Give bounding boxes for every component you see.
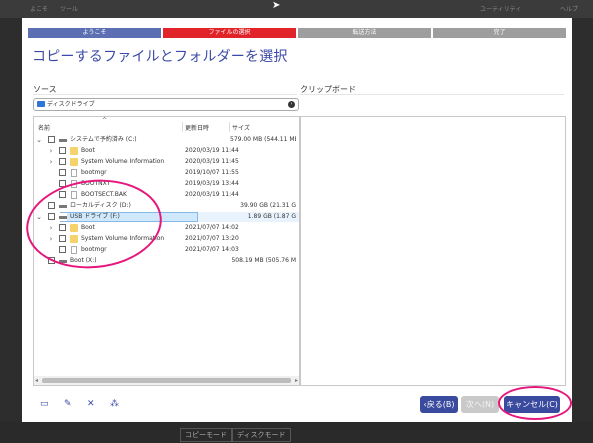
column-divider <box>182 122 183 132</box>
sort-ascending-icon: ^ <box>102 117 108 124</box>
chevron-down-icon[interactable]: ⌄ <box>36 135 42 145</box>
source-location-selector[interactable]: ディスクドライブ › <box>33 98 299 111</box>
scroll-left-icon[interactable]: ◂ <box>35 376 38 385</box>
folder-icon <box>70 158 78 166</box>
row-date: 2020/03/19 11:44 <box>185 191 239 198</box>
tree-row-drive[interactable]: ⌄ システムで予約済み (C:) 579.00 MB (544.11 MB <box>34 135 299 145</box>
folder-icon <box>70 147 78 155</box>
next-button[interactable]: 次へ(N) <box>461 396 499 413</box>
row-checkbox[interactable] <box>59 169 66 176</box>
step-select-files: ファイルの選択 <box>163 28 296 38</box>
row-name: Boot <box>81 147 95 154</box>
step-finish: 完了 <box>433 28 566 38</box>
annotation-circle-cancel <box>498 386 572 420</box>
source-divider <box>33 94 297 95</box>
clipboard-panel[interactable] <box>300 116 566 386</box>
row-date: 2019/10/07 11:55 <box>185 169 239 176</box>
row-date: 2021/07/07 14:03 <box>185 246 239 253</box>
computer-icon <box>37 101 45 107</box>
row-date: 2019/03/19 13:44 <box>185 180 239 187</box>
row-name: システムで予約済み (C:) <box>70 136 137 143</box>
folder-icon[interactable]: ▭ <box>40 399 49 409</box>
row-date: 2020/03/19 11:45 <box>185 158 239 165</box>
scroll-right-icon[interactable]: ▸ <box>295 376 298 385</box>
scrollbar-thumb[interactable] <box>42 378 291 383</box>
network-icon[interactable]: ⁂ <box>110 399 119 409</box>
page-title: コピーするファイルとフォルダーを選択 <box>32 49 288 65</box>
mouse-cursor-icon: ➤ <box>272 0 281 11</box>
chevron-right-icon[interactable]: › <box>48 157 54 167</box>
row-size: 579.00 MB (544.11 MB <box>230 136 296 143</box>
tree-row-folder[interactable]: › System Volume Information 2020/03/19 1… <box>34 157 299 167</box>
chevron-right-icon[interactable]: › <box>48 146 54 156</box>
background-mode-bar: コピーモード ディスクモード <box>0 422 593 443</box>
bg-tab-disk-mode: ディスクモード <box>232 428 291 442</box>
row-name: System Volume Information <box>81 158 165 165</box>
source-location-text: ディスクドライブ <box>47 101 95 108</box>
row-date: 2021/07/07 14:02 <box>185 224 239 231</box>
back-button[interactable]: ‹戻る(B) <box>420 396 458 413</box>
close-icon[interactable]: ✕ <box>87 399 95 409</box>
row-checkbox[interactable] <box>48 136 55 143</box>
drive-icon <box>59 136 67 144</box>
bg-menu-item: ユーティリティ <box>480 6 522 13</box>
wizard-steps: ようこそ ファイルの選択 転送方法 完了 <box>28 28 566 38</box>
row-size: 1.89 GB (1.87 G <box>247 213 296 220</box>
tree-row-file[interactable]: bootmgr 2019/10/07 11:55 <box>34 168 299 178</box>
row-checkbox[interactable] <box>59 158 66 165</box>
horizontal-scrollbar[interactable]: ◂ ▸ <box>34 376 299 385</box>
column-header-date[interactable]: 更新日時 <box>185 123 209 132</box>
bg-menu-item: ヘルプ <box>560 6 579 13</box>
clipboard-divider <box>300 94 564 95</box>
bg-menu-item: よこそ <box>30 6 49 13</box>
row-date: 2020/03/19 11:44 <box>185 147 239 154</box>
bg-tab-copy-mode: コピーモード <box>180 428 232 442</box>
step-welcome: ようこそ <box>28 28 161 38</box>
column-divider <box>229 122 230 132</box>
row-name: bootmgr <box>81 169 107 176</box>
row-size: 39.90 GB (21.31 G <box>240 202 296 209</box>
background-menubar: よこそ ツール ユーティリティ ヘルプ <box>0 0 593 18</box>
column-header-name[interactable]: 名前 <box>38 123 50 132</box>
pencil-icon[interactable]: ✎ <box>64 399 72 409</box>
tree-row-folder[interactable]: › Boot 2020/03/19 11:44 <box>34 146 299 156</box>
row-checkbox[interactable] <box>59 147 66 154</box>
bg-menu-item: ツール <box>60 6 79 13</box>
arrow-right-circle-icon[interactable]: › <box>288 101 295 108</box>
file-icon <box>71 169 77 177</box>
row-size: 508.19 MB (505.76 M <box>231 257 296 264</box>
column-header-size[interactable]: サイズ <box>232 123 250 132</box>
step-transfer-method: 転送方法 <box>298 28 431 38</box>
row-date: 2021/07/07 13:20 <box>185 235 239 242</box>
